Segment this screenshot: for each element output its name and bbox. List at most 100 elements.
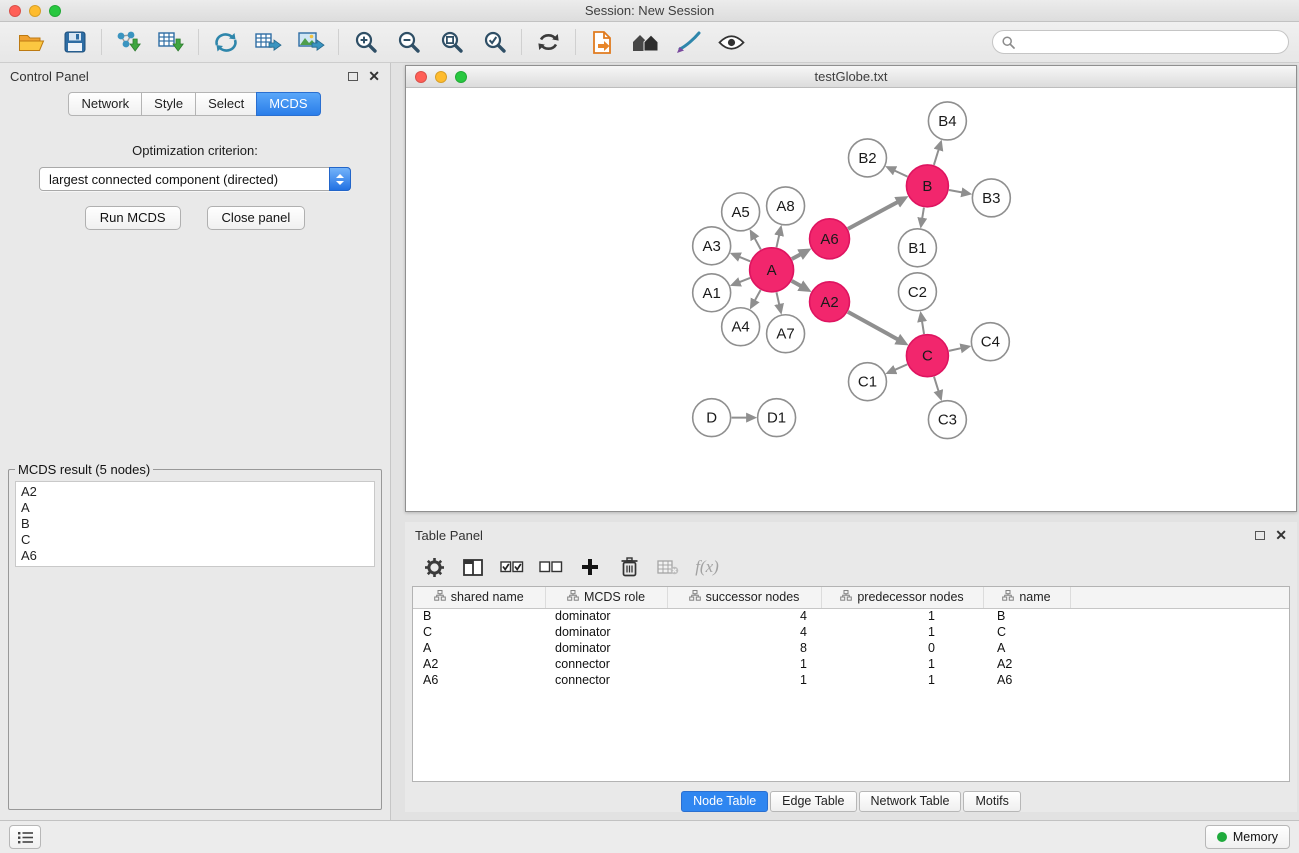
tab-node-table[interactable]: Node Table bbox=[681, 791, 768, 812]
zoom-network-button[interactable] bbox=[455, 71, 467, 83]
zoom-window-button[interactable] bbox=[49, 5, 61, 17]
cell-predecessor_nodes[interactable]: 1 bbox=[821, 608, 983, 624]
network-node-C1[interactable]: C1 bbox=[849, 363, 887, 401]
network-node-B[interactable]: B bbox=[906, 165, 948, 207]
cell-name[interactable]: A2 bbox=[983, 656, 1070, 672]
minimize-network-button[interactable] bbox=[435, 71, 447, 83]
tab-style[interactable]: Style bbox=[141, 92, 196, 116]
cell-mcds_role[interactable]: dominator bbox=[545, 640, 667, 656]
network-node-A3[interactable]: A3 bbox=[693, 227, 731, 265]
close-panel-button[interactable]: Close panel bbox=[207, 206, 306, 230]
cell-mcds_role[interactable]: dominator bbox=[545, 624, 667, 640]
cell-successor_nodes[interactable]: 1 bbox=[667, 672, 821, 688]
float-table-panel-icon[interactable] bbox=[1255, 531, 1265, 540]
network-edge-C-C1[interactable] bbox=[895, 364, 907, 369]
network-node-A[interactable]: A bbox=[750, 248, 794, 292]
tab-network-table[interactable]: Network Table bbox=[859, 791, 962, 812]
cell-name[interactable]: A6 bbox=[983, 672, 1070, 688]
function-builder-button[interactable]: f(x) bbox=[692, 553, 722, 581]
network-edge-A-A5[interactable] bbox=[755, 238, 761, 249]
table-row[interactable]: Adominator80A bbox=[413, 640, 1289, 656]
new-document-button[interactable] bbox=[581, 26, 624, 58]
node-table-container[interactable]: shared nameMCDS rolesuccessor nodesprede… bbox=[412, 586, 1290, 782]
cell-shared_name[interactable]: B bbox=[413, 608, 545, 624]
network-node-B4[interactable]: B4 bbox=[928, 102, 966, 140]
close-panel-icon[interactable]: ✕ bbox=[368, 71, 380, 81]
network-edge-A-A1[interactable] bbox=[740, 278, 750, 282]
network-node-C[interactable]: C bbox=[906, 335, 948, 377]
cell-successor_nodes[interactable]: 8 bbox=[667, 640, 821, 656]
cell-name[interactable]: C bbox=[983, 624, 1070, 640]
show-hide-button[interactable] bbox=[710, 26, 753, 58]
home-button[interactable] bbox=[624, 26, 667, 58]
table-row[interactable]: A6connector11A6 bbox=[413, 672, 1289, 688]
network-node-A4[interactable]: A4 bbox=[722, 308, 760, 346]
export-image-button[interactable] bbox=[290, 26, 333, 58]
float-panel-icon[interactable] bbox=[348, 72, 358, 81]
close-table-panel-icon[interactable]: ✕ bbox=[1275, 530, 1287, 540]
close-window-button[interactable] bbox=[9, 5, 21, 17]
optimization-dropdown[interactable]: largest connected component (directed) bbox=[39, 167, 351, 191]
zoom-selected-button[interactable] bbox=[473, 26, 516, 58]
cell-mcds_role[interactable]: dominator bbox=[545, 608, 667, 624]
result-item[interactable]: B bbox=[21, 516, 369, 532]
network-edge-A-A3[interactable] bbox=[740, 257, 751, 261]
tab-motifs[interactable]: Motifs bbox=[963, 791, 1020, 812]
deselect-all-button[interactable] bbox=[536, 553, 566, 581]
network-edge-A-A8[interactable] bbox=[776, 235, 779, 247]
mcds-result-list[interactable]: A2ABCA6 bbox=[15, 481, 375, 567]
network-edge-B-B1[interactable] bbox=[922, 208, 924, 219]
zoom-in-button[interactable] bbox=[344, 26, 387, 58]
search-input[interactable] bbox=[1021, 35, 1279, 50]
cell-name[interactable]: B bbox=[983, 608, 1070, 624]
import-table-button[interactable] bbox=[150, 26, 193, 58]
network-canvas[interactable]: B4B2BB3A5A8A6B1A3AA1C2A2A4A7C4C1CC3DD1 bbox=[406, 88, 1296, 511]
zoom-fit-button[interactable] bbox=[430, 26, 473, 58]
result-item[interactable]: A bbox=[21, 500, 369, 516]
cell-predecessor_nodes[interactable]: 1 bbox=[821, 672, 983, 688]
network-node-A7[interactable]: A7 bbox=[767, 315, 805, 353]
run-mcds-button[interactable]: Run MCDS bbox=[85, 206, 181, 230]
cell-successor_nodes[interactable]: 4 bbox=[667, 624, 821, 640]
style-brush-button[interactable] bbox=[667, 26, 710, 58]
network-node-B2[interactable]: B2 bbox=[849, 139, 887, 177]
delete-column-button[interactable] bbox=[614, 553, 644, 581]
import-network-button[interactable] bbox=[107, 26, 150, 58]
tab-mcds[interactable]: MCDS bbox=[256, 92, 320, 116]
network-node-B3[interactable]: B3 bbox=[972, 179, 1010, 217]
network-node-A1[interactable]: A1 bbox=[693, 274, 731, 312]
open-session-button[interactable] bbox=[10, 26, 53, 58]
memory-button[interactable]: Memory bbox=[1205, 825, 1290, 849]
column-header-successor-nodes[interactable]: successor nodes bbox=[667, 587, 821, 608]
cell-predecessor_nodes[interactable]: 1 bbox=[821, 624, 983, 640]
network-edge-B-B3[interactable] bbox=[949, 190, 962, 192]
add-column-button[interactable] bbox=[575, 553, 605, 581]
tab-network[interactable]: Network bbox=[68, 92, 142, 116]
network-edge-B-B2[interactable] bbox=[895, 171, 908, 177]
refresh-button[interactable] bbox=[527, 26, 570, 58]
network-node-C4[interactable]: C4 bbox=[971, 323, 1009, 361]
network-edge-A-A7[interactable] bbox=[776, 292, 779, 304]
tab-edge-table[interactable]: Edge Table bbox=[770, 791, 856, 812]
network-edge-A2-C[interactable] bbox=[848, 312, 898, 339]
cell-mcds_role[interactable]: connector bbox=[545, 656, 667, 672]
cell-successor_nodes[interactable]: 1 bbox=[667, 656, 821, 672]
tab-select[interactable]: Select bbox=[195, 92, 257, 116]
network-edge-A-A4[interactable] bbox=[755, 290, 761, 300]
result-item[interactable]: A6 bbox=[21, 548, 369, 564]
minimize-window-button[interactable] bbox=[29, 5, 41, 17]
cell-successor_nodes[interactable]: 4 bbox=[667, 608, 821, 624]
network-node-B1[interactable]: B1 bbox=[898, 229, 936, 267]
task-history-button[interactable] bbox=[9, 825, 41, 849]
table-row[interactable]: A2connector11A2 bbox=[413, 656, 1289, 672]
network-edge-C-C2[interactable] bbox=[922, 321, 924, 334]
network-edge-B-B4[interactable] bbox=[934, 150, 939, 165]
cell-shared_name[interactable]: A2 bbox=[413, 656, 545, 672]
close-network-button[interactable] bbox=[415, 71, 427, 83]
network-edge-A-A2[interactable] bbox=[792, 281, 801, 286]
table-row[interactable]: Cdominator41C bbox=[413, 624, 1289, 640]
network-node-C3[interactable]: C3 bbox=[928, 401, 966, 439]
delete-table-button[interactable] bbox=[653, 553, 683, 581]
cell-name[interactable]: A bbox=[983, 640, 1070, 656]
network-node-A2[interactable]: A2 bbox=[810, 282, 850, 322]
